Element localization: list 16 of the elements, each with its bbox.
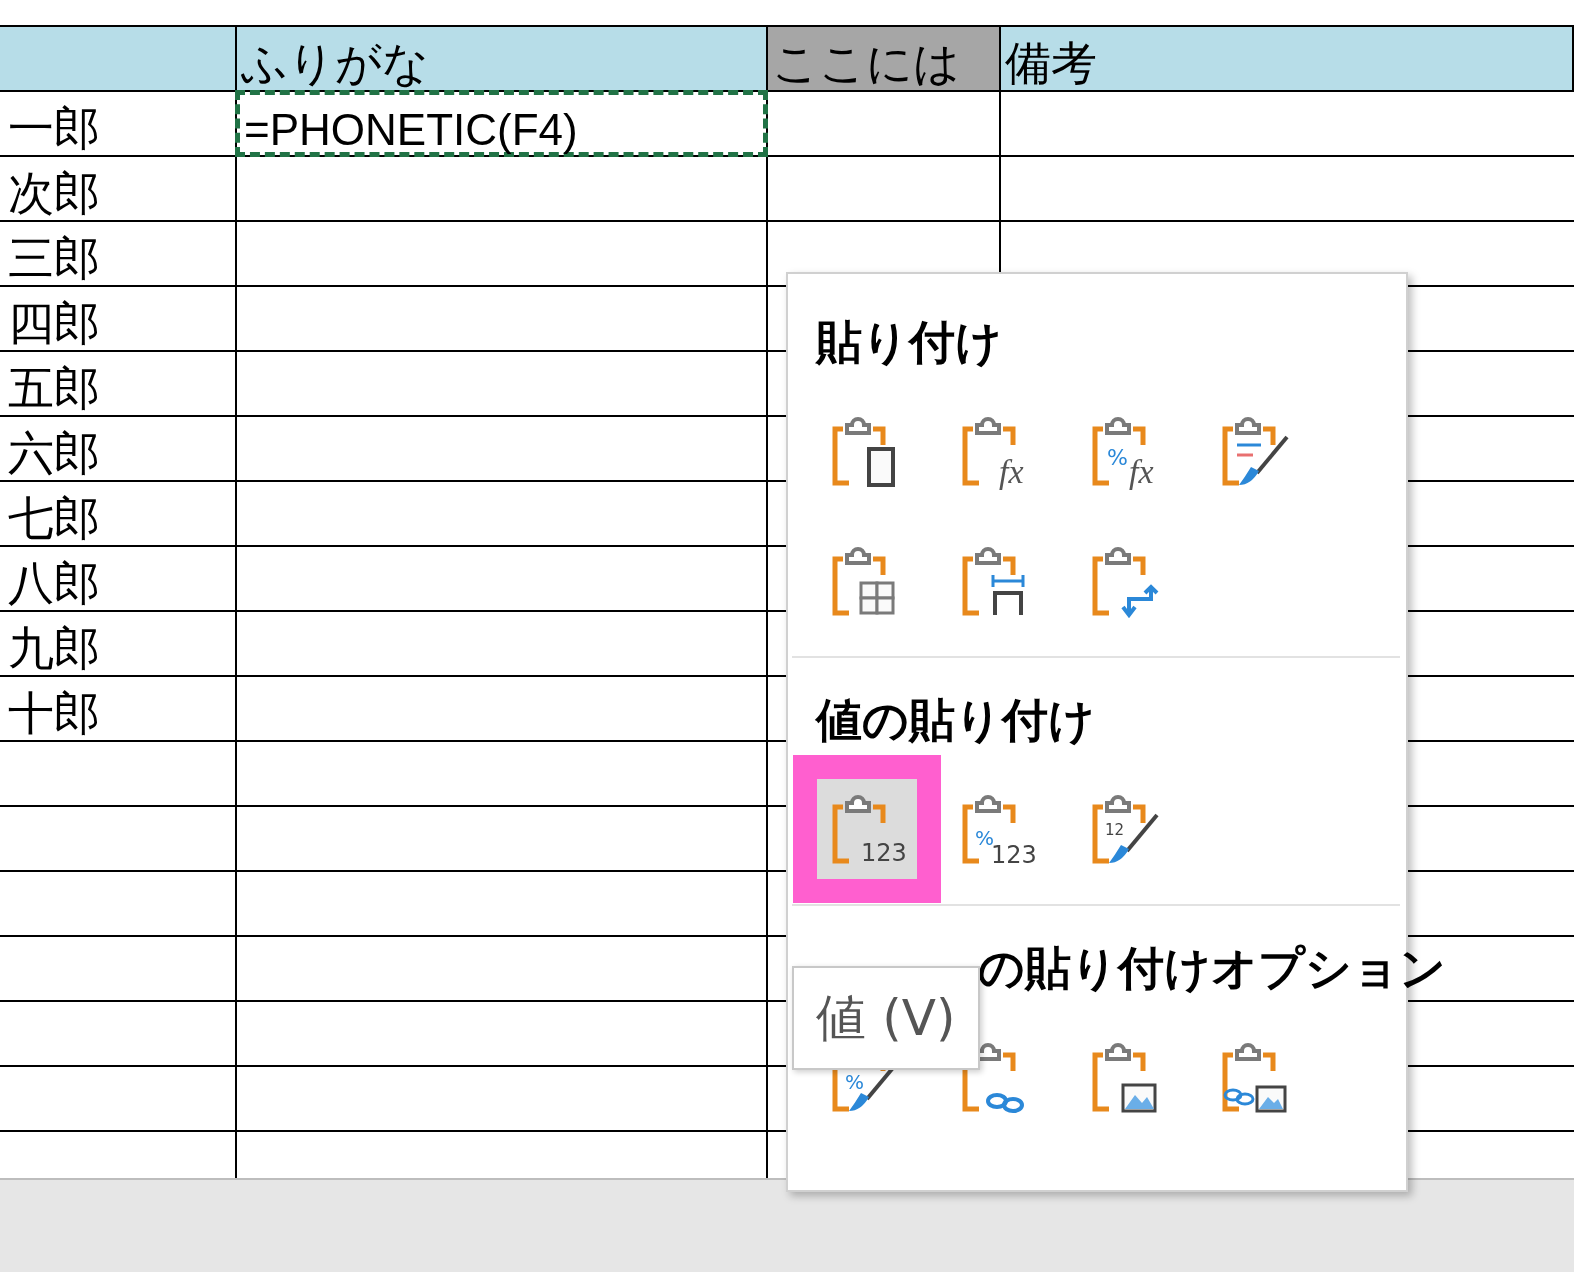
column-header: ここには [768,27,1001,90]
name-cell: 五郎 [0,350,237,415]
name-cell: 次郎 [0,155,237,220]
name-cell: 一郎 [0,90,237,155]
name-cell: 六郎 [0,415,237,480]
name-cell: 八郎 [0,545,237,610]
name-cell: 四郎 [0,285,237,350]
section-heading: の貼り付けオプション [978,945,1446,991]
name-cell: 九郎 [0,610,237,675]
section-heading: 値の貼り付け [816,697,1095,743]
column-header: 備考 [1001,27,1574,90]
section-heading: 貼り付け [816,319,1002,365]
name-cell: 三郎 [0,220,237,285]
name-cell: 七郎 [0,480,237,545]
name-cell: 十郎 [0,675,237,740]
column-header: ふりがな [237,27,768,90]
